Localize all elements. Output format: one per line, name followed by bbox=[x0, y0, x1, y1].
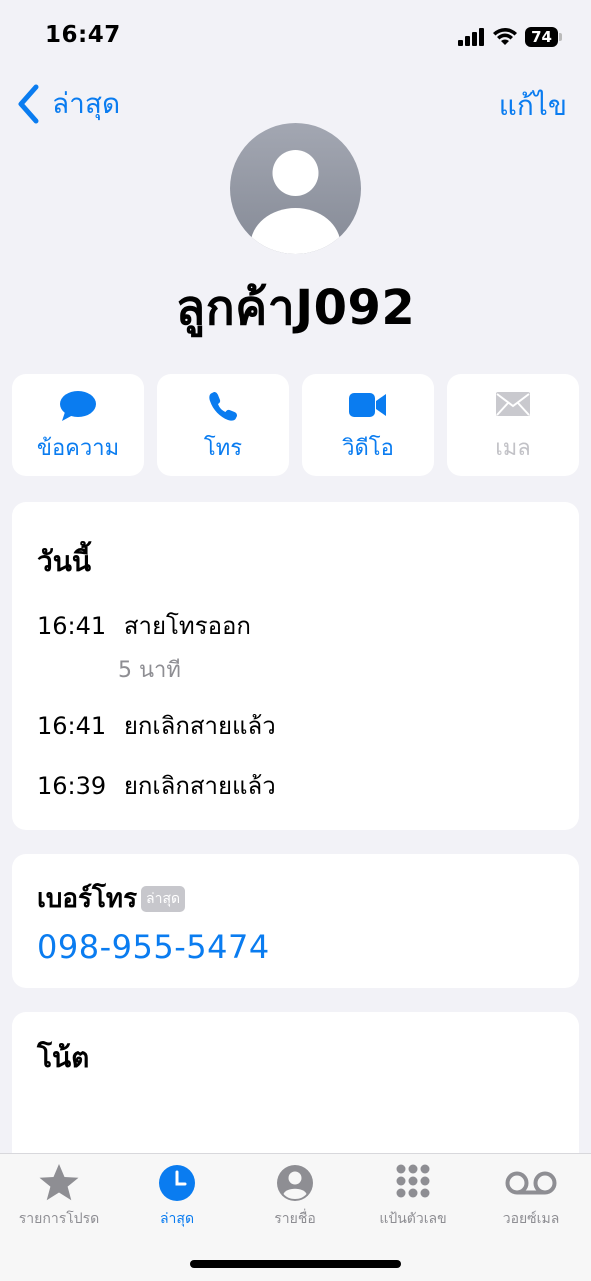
video-label: วิดีโอ bbox=[342, 436, 394, 461]
cellular-signal-icon bbox=[458, 28, 486, 46]
keypad-icon bbox=[396, 1164, 430, 1198]
call-row: 16:41 ยกเลิกสายแล้ว bbox=[37, 706, 276, 745]
battery-level: 74 bbox=[525, 27, 558, 47]
wifi-icon bbox=[493, 28, 517, 45]
recent-calls-card: วันนี้ 16:41 สายโทรออก 5 นาที 16:41 ยกเล… bbox=[12, 502, 579, 830]
call-duration: 5 นาที bbox=[118, 658, 181, 683]
status-time: 16:47 bbox=[45, 22, 121, 48]
tab-label: รายชื่อ bbox=[274, 1211, 316, 1227]
clock-icon bbox=[159, 1165, 195, 1201]
call-button[interactable]: โทร bbox=[157, 374, 289, 476]
notes-title: โน้ต bbox=[37, 1041, 90, 1074]
call-type: สายโทรออก bbox=[123, 612, 251, 640]
call-type: ยกเลิกสายแล้ว bbox=[123, 712, 276, 740]
recents-date-heading: วันนี้ bbox=[37, 545, 92, 578]
phone-number-card: เบอร์โทร ล่าสุด 098-955-5474 bbox=[12, 854, 579, 988]
phone-label-row: เบอร์โทร ล่าสุด bbox=[37, 878, 186, 919]
tab-label: ล่าสุด bbox=[159, 1211, 195, 1227]
home-indicator[interactable] bbox=[190, 1260, 401, 1268]
chevron-left-icon bbox=[18, 84, 39, 124]
contact-name: ลูกค้าJ092 bbox=[175, 280, 416, 336]
tab-favorites[interactable]: รายการโปรด bbox=[0, 1162, 118, 1230]
tab-voicemail[interactable]: วอยซ์เมล bbox=[472, 1162, 590, 1230]
message-icon bbox=[60, 391, 96, 421]
call-time: 16:41 bbox=[37, 712, 107, 740]
call-row: 16:39 ยกเลิกสายแล้ว bbox=[37, 766, 276, 805]
phone-number-link[interactable]: 098-955-5474 bbox=[37, 928, 270, 966]
contact-avatar bbox=[230, 123, 361, 254]
recent-badge: ล่าสุด bbox=[141, 885, 186, 912]
person-circle-icon bbox=[277, 1165, 313, 1201]
call-label: โทร bbox=[203, 436, 243, 461]
star-icon bbox=[39, 1164, 79, 1201]
tab-label: วอยซ์เมล bbox=[502, 1211, 560, 1227]
person-silhouette-icon bbox=[250, 150, 341, 254]
message-label: ข้อความ bbox=[36, 436, 120, 461]
video-button[interactable]: วิดีโอ bbox=[302, 374, 434, 476]
back-label: ล่าสุด bbox=[52, 87, 121, 120]
video-icon bbox=[349, 393, 386, 417]
mail-icon bbox=[496, 392, 530, 416]
action-buttons: ข้อความ โทร วิดีโอ เมล bbox=[12, 374, 579, 476]
edit-button[interactable]: แก้ไข bbox=[499, 84, 567, 128]
tab-recents[interactable]: ล่าสุด bbox=[118, 1162, 236, 1230]
tab-label: แป้นตัวเลข bbox=[379, 1211, 447, 1227]
phone-label: เบอร์โทร bbox=[37, 884, 138, 914]
call-row: 16:41 สายโทรออก bbox=[37, 606, 251, 645]
call-time: 16:41 bbox=[37, 612, 107, 640]
tab-keypad[interactable]: แป้นตัวเลข bbox=[354, 1162, 472, 1230]
tab-contacts[interactable]: รายชื่อ bbox=[236, 1162, 354, 1230]
call-type: ยกเลิกสายแล้ว bbox=[123, 772, 276, 800]
phone-icon bbox=[209, 392, 237, 421]
tab-label: รายการโปรด bbox=[18, 1211, 100, 1227]
back-button[interactable]: ล่าสุด bbox=[14, 82, 120, 126]
message-button[interactable]: ข้อความ bbox=[12, 374, 144, 476]
mail-button[interactable]: เมล bbox=[447, 374, 579, 476]
voicemail-icon bbox=[505, 1171, 557, 1195]
battery-icon: 74 bbox=[525, 27, 563, 47]
call-time: 16:39 bbox=[37, 772, 107, 800]
status-bar: 16:47 74 bbox=[0, 0, 591, 70]
mail-label: เมล bbox=[495, 436, 531, 461]
